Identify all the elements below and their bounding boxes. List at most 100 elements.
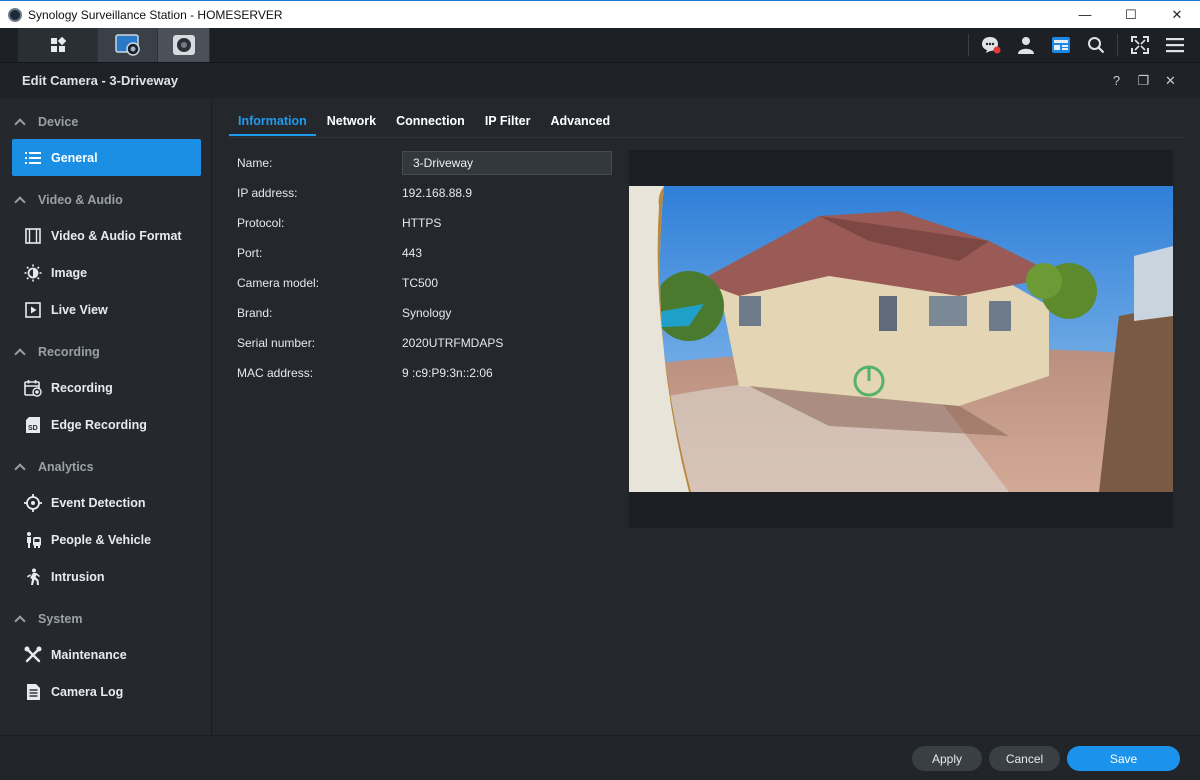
svg-text:SD: SD: [28, 425, 38, 432]
user-button[interactable]: [1008, 28, 1043, 62]
camera-window-icon: [114, 34, 140, 56]
name-row: Name:: [237, 148, 617, 178]
chevron-up-icon: [14, 348, 26, 360]
log-icon: [24, 683, 42, 701]
name-label: Name:: [237, 156, 273, 170]
mac-label: MAC address:: [237, 366, 314, 380]
dialog-footer: Apply Cancel Save: [0, 735, 1200, 780]
section-system[interactable]: System: [0, 602, 211, 636]
apply-button[interactable]: Apply: [912, 746, 982, 771]
model-label: Camera model:: [237, 276, 320, 290]
widget-icon: [1051, 37, 1070, 53]
port-label: Port:: [237, 246, 263, 260]
app-toolbar: [0, 28, 1200, 63]
sidebar-item-label: Maintenance: [51, 647, 127, 662]
serial-row: Serial number: 2020UTRFMDAPS: [237, 328, 617, 358]
sidebar: Device General Video & Audio Video & Aud…: [0, 98, 212, 735]
dialog-close-button[interactable]: ✕: [1157, 73, 1184, 89]
sd-card-icon: SD: [24, 416, 42, 434]
sidebar-item-label: Recording: [51, 380, 113, 395]
brand-value: Synology: [402, 306, 452, 320]
list-icon: [24, 149, 42, 167]
camera-name-input[interactable]: [402, 151, 612, 175]
notification-icon: [981, 37, 1000, 54]
tab-divider: [229, 137, 1184, 138]
sidebar-item-general[interactable]: General: [12, 139, 201, 176]
chevron-up-icon: [14, 118, 26, 130]
model-value: TC500: [402, 276, 439, 290]
camera-preview: [629, 150, 1173, 528]
dialog-title: Edit Camera - 3-Driveway: [22, 73, 179, 88]
sidebar-item-event-detection[interactable]: Event Detection: [12, 484, 201, 521]
apps-grid-button[interactable]: [18, 28, 98, 62]
maximize-button[interactable]: ☐: [1108, 1, 1154, 28]
play-icon: [24, 301, 42, 319]
brand-row: Brand: Synology: [237, 298, 617, 328]
tab-connection[interactable]: Connection: [387, 110, 474, 136]
brand-label: Brand:: [237, 306, 273, 320]
surveillance-app-icon: [8, 7, 22, 22]
tab-ip-filter[interactable]: IP Filter: [476, 110, 540, 136]
user-icon: [1017, 37, 1034, 54]
camera-tab[interactable]: [158, 28, 210, 62]
search-button[interactable]: [1078, 28, 1113, 62]
widget-button[interactable]: [1043, 28, 1078, 62]
notification-button[interactable]: [973, 28, 1008, 62]
dialog-header: Edit Camera - 3-Driveway ? ❐ ✕: [0, 63, 1200, 98]
main-menu-button[interactable]: [1157, 28, 1192, 62]
apps-grid-icon: [50, 37, 66, 52]
sidebar-item-live-view[interactable]: Live View: [12, 291, 201, 328]
sidebar-item-label: Camera Log: [51, 684, 124, 699]
cancel-button[interactable]: Cancel: [989, 746, 1060, 771]
main-content: Information Network Connection IP Filter…: [213, 98, 1200, 735]
serial-label: Serial number:: [237, 336, 316, 350]
model-row: Camera model: TC500: [237, 268, 617, 298]
ip-value: 192.168.88.9: [402, 186, 473, 200]
sidebar-item-label: General: [51, 150, 98, 165]
chevron-up-icon: [14, 196, 26, 208]
sidebar-item-label: Video & Audio Format: [51, 228, 182, 243]
sidebar-item-maintenance[interactable]: Maintenance: [12, 636, 201, 673]
sidebar-item-image[interactable]: Image: [12, 254, 201, 291]
window-title: Synology Surveillance Station - HOMESERV…: [28, 7, 283, 22]
fullscreen-button[interactable]: [1122, 28, 1157, 62]
ip-label: IP address:: [237, 186, 298, 200]
minimize-button[interactable]: —: [1062, 1, 1108, 28]
camera-window-tab[interactable]: [98, 28, 158, 62]
section-device[interactable]: Device: [0, 105, 211, 139]
tab-information[interactable]: Information: [229, 110, 316, 136]
section-recording[interactable]: Recording: [0, 335, 211, 369]
sidebar-item-people-vehicle[interactable]: People & Vehicle: [12, 521, 201, 558]
save-button[interactable]: Save: [1067, 746, 1180, 771]
port-row: Port: 443: [237, 238, 617, 268]
menu-icon: [1165, 38, 1184, 53]
camera-snapshot-image: [629, 186, 1173, 492]
sidebar-item-camera-log[interactable]: Camera Log: [12, 673, 201, 710]
sidebar-item-video-audio-format[interactable]: Video & Audio Format: [12, 217, 201, 254]
film-icon: [24, 227, 42, 245]
calendar-record-icon: [24, 379, 42, 397]
restore-button[interactable]: ❐: [1130, 73, 1157, 89]
help-button[interactable]: ?: [1103, 73, 1130, 88]
search-icon: [1087, 37, 1104, 54]
sidebar-item-label: Intrusion: [51, 569, 105, 584]
sidebar-item-label: Edge Recording: [51, 417, 147, 432]
intrusion-icon: [24, 568, 42, 586]
sidebar-item-label: People & Vehicle: [51, 532, 152, 547]
window-close-button[interactable]: ✕: [1154, 1, 1200, 28]
sidebar-item-intrusion[interactable]: Intrusion: [12, 558, 201, 595]
tab-bar: Information Network Connection IP Filter…: [229, 110, 621, 136]
chevron-up-icon: [14, 463, 26, 475]
tab-network[interactable]: Network: [318, 110, 385, 136]
serial-value: 2020UTRFMDAPS: [402, 336, 504, 350]
sidebar-item-edge-recording[interactable]: SD Edge Recording: [12, 406, 201, 443]
section-video-audio[interactable]: Video & Audio: [0, 183, 211, 217]
sidebar-item-recording[interactable]: Recording: [12, 369, 201, 406]
chevron-up-icon: [14, 615, 26, 627]
section-analytics[interactable]: Analytics: [0, 450, 211, 484]
ip-row: IP address: 192.168.88.9: [237, 178, 617, 208]
brightness-icon: [24, 264, 42, 282]
os-title-bar: Synology Surveillance Station - HOMESERV…: [0, 0, 1200, 28]
tab-advanced[interactable]: Advanced: [541, 110, 619, 136]
crosshair-icon: [24, 493, 42, 512]
